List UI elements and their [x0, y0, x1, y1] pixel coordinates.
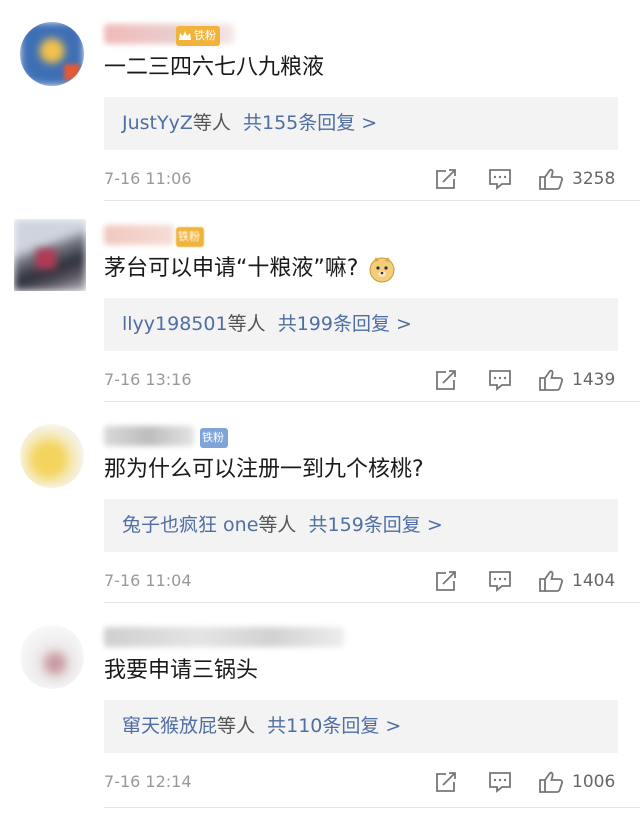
avatar[interactable] — [20, 22, 84, 86]
reply-user[interactable]: llyy198501 — [122, 313, 228, 335]
like-count: 3258 — [572, 169, 616, 189]
reply-count[interactable]: 共159条回复 > — [309, 514, 443, 536]
username-blurred[interactable] — [104, 225, 174, 245]
share-icon[interactable] — [434, 369, 458, 391]
comment-item: 铁粉 茅台可以申请“十粮液”嘛? llyy198501等人 共199条回复 > … — [0, 201, 640, 402]
comment-time: 7-16 11:06 — [104, 169, 192, 188]
reply-etc: 等人 — [192, 112, 231, 134]
share-icon[interactable] — [434, 168, 458, 190]
avatar[interactable] — [20, 625, 84, 689]
reply-user[interactable]: JustYyZ — [122, 112, 193, 134]
badge-label: 铁粉 — [202, 431, 224, 444]
username-blurred[interactable] — [104, 627, 344, 647]
comment-text: 茅台可以申请“十粮液”嘛? — [104, 253, 396, 285]
reply-count[interactable]: 共155条回复 > — [243, 112, 377, 134]
comment-item: 我要申请三锅头 窜天猴放屁等人 共110条回复 > 7-16 12:14 100… — [0, 603, 640, 820]
thumbs-up-icon[interactable] — [538, 570, 564, 592]
reply-summary[interactable]: JustYyZ等人 共155条回复 > — [104, 97, 618, 150]
reply-count[interactable]: 共110条回复 > — [267, 715, 401, 737]
comment-footer: 7-16 12:14 1006 — [104, 771, 618, 793]
comment-time: 7-16 13:16 — [104, 370, 192, 389]
comment-icon[interactable] — [488, 369, 512, 391]
thumbs-up-icon[interactable] — [538, 369, 564, 391]
reply-user[interactable]: 窜天猴放屁 — [122, 715, 217, 737]
share-icon[interactable] — [434, 570, 458, 592]
comment-item: 铁粉 一二三四六七八九粮液 JustYyZ等人 共155条回复 > 7-16 1… — [0, 0, 640, 201]
comment-time: 7-16 12:14 — [104, 772, 192, 791]
reply-count[interactable]: 共199条回复 > — [278, 313, 412, 335]
reply-user[interactable]: 兔子也疯狂 one — [122, 514, 258, 536]
comment-footer: 7-16 13:16 1439 — [104, 369, 618, 391]
share-icon[interactable] — [434, 771, 458, 793]
username-blurred[interactable] — [104, 426, 194, 446]
like-count: 1006 — [572, 772, 616, 792]
badge-label: 铁粉 — [194, 29, 216, 42]
fan-badge: 铁粉 — [200, 428, 228, 448]
divider — [104, 807, 640, 808]
doge-emoji — [368, 255, 396, 283]
comment-icon[interactable] — [488, 570, 512, 592]
avatar[interactable] — [20, 424, 84, 488]
reply-summary[interactable]: 窜天猴放屁等人 共110条回复 > — [104, 700, 618, 753]
comment-text: 我要申请三锅头 — [104, 658, 259, 683]
comment-icon[interactable] — [488, 771, 512, 793]
thumbs-up-icon[interactable] — [538, 771, 564, 793]
reply-etc: 等人 — [227, 313, 266, 335]
comment-text-body: 茅台可以申请“十粮液”嘛? — [104, 256, 359, 281]
reply-etc: 等人 — [258, 514, 297, 536]
like-count: 1439 — [572, 370, 616, 390]
fan-badge: 铁粉 — [176, 227, 204, 247]
reply-etc: 等人 — [217, 715, 256, 737]
comment-footer: 7-16 11:06 3258 — [104, 168, 618, 190]
comment-text: 那为什么可以注册一到九个核桃? — [104, 457, 424, 482]
reply-summary[interactable]: llyy198501等人 共199条回复 > — [104, 298, 618, 351]
badge-label: 铁粉 — [178, 230, 200, 243]
fan-badge: 铁粉 — [176, 26, 220, 46]
reply-summary[interactable]: 兔子也疯狂 one等人 共159条回复 > — [104, 499, 618, 552]
crown-icon — [178, 29, 192, 43]
comment-item: 铁粉 那为什么可以注册一到九个核桃? 兔子也疯狂 one等人 共159条回复 >… — [0, 402, 640, 603]
comment-time: 7-16 11:04 — [104, 571, 192, 590]
comment-footer: 7-16 11:04 1404 — [104, 570, 618, 592]
comment-icon[interactable] — [488, 168, 512, 190]
thumbs-up-icon[interactable] — [538, 168, 564, 190]
comment-text: 一二三四六七八九粮液 — [104, 55, 325, 80]
like-count: 1404 — [572, 571, 616, 591]
avatar[interactable] — [14, 219, 86, 291]
